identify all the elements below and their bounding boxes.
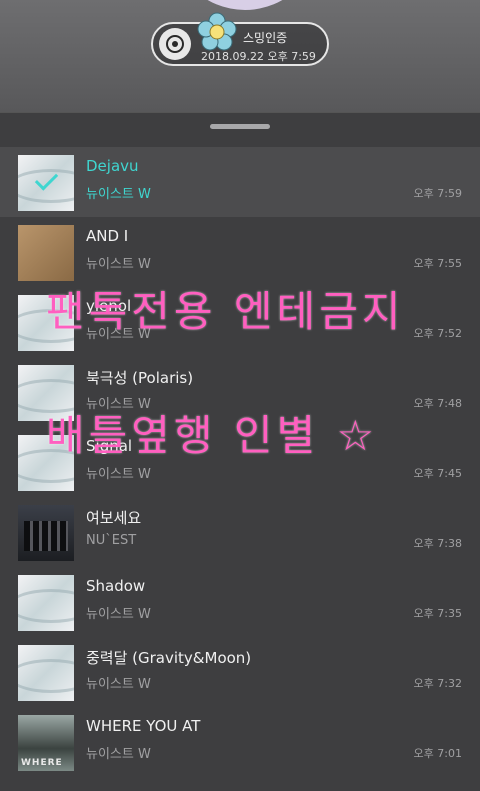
song-row-1[interactable]: Dejavu 뉴이스트 W 오후 7:59 bbox=[0, 147, 480, 217]
song-row-6[interactable]: 여보세요 NU`EST 오후 7:38 bbox=[0, 497, 480, 567]
play-time: 오후 7:59 bbox=[413, 187, 462, 200]
play-time: 오후 7:52 bbox=[413, 327, 462, 340]
streaming-proof-date: 2018.09.22 오후 7:59 bbox=[201, 50, 316, 63]
overlay-warning-line2: 배틀옆행 인별 ☆ bbox=[46, 411, 379, 460]
song-artist: 뉴이스트 W bbox=[86, 747, 151, 762]
play-time: 오후 7:32 bbox=[413, 677, 462, 690]
streaming-proof-badge[interactable]: 스밍인증 2018.09.22 오후 7:59 bbox=[151, 12, 329, 66]
play-time: 오후 7:38 bbox=[413, 537, 462, 550]
album-cover bbox=[18, 225, 74, 281]
album-cover bbox=[18, 575, 74, 631]
drag-handle[interactable] bbox=[210, 124, 270, 129]
song-artist: 뉴이스트 W bbox=[86, 677, 151, 692]
song-title: 북극성 (Polaris) bbox=[86, 369, 194, 387]
song-artist: 뉴이스트 W bbox=[86, 187, 151, 202]
play-time: 오후 7:48 bbox=[413, 397, 462, 410]
song-artist: NU`EST bbox=[86, 533, 137, 548]
song-artist: 뉴이스트 W bbox=[86, 467, 151, 482]
song-artist: 뉴이스트 W bbox=[86, 607, 151, 622]
song-title: Dejavu bbox=[86, 157, 139, 175]
song-title: AND I bbox=[86, 227, 129, 245]
song-title: 여보세요 bbox=[86, 509, 142, 527]
play-time: 오후 7:45 bbox=[413, 467, 462, 480]
play-time: 오후 7:01 bbox=[413, 747, 462, 760]
album-cover bbox=[18, 645, 74, 701]
album-art-circle bbox=[170, 0, 320, 10]
song-title: Shadow bbox=[86, 577, 146, 595]
song-title: 중력달 (Gravity&Moon) bbox=[86, 649, 252, 667]
song-title: WHERE YOU AT bbox=[86, 717, 201, 735]
song-row-7[interactable]: Shadow 뉴이스트 W 오후 7:35 bbox=[0, 567, 480, 637]
song-artist: 뉴이스트 W bbox=[86, 257, 151, 272]
record-disc-icon bbox=[159, 28, 191, 60]
song-row-9[interactable]: WHERE WHERE YOU AT 뉴이스트 W 오후 7:01 bbox=[0, 707, 480, 777]
album-cover: WHERE bbox=[18, 715, 74, 771]
flower-sticker-icon bbox=[197, 12, 237, 51]
song-row-2[interactable]: AND I 뉴이스트 W 오후 7:55 bbox=[0, 217, 480, 287]
album-cover bbox=[18, 505, 74, 561]
streaming-proof-title: 스밍인증 bbox=[243, 31, 288, 45]
song-row-8[interactable]: 중력달 (Gravity&Moon) 뉴이스트 W 오후 7:32 bbox=[0, 637, 480, 707]
overlay-warning-line1: 팬톡전용 엔테금지 bbox=[46, 287, 405, 336]
play-time: 오후 7:35 bbox=[413, 607, 462, 620]
now-playing-header: 스밍인증 2018.09.22 오후 7:59 bbox=[0, 0, 480, 112]
play-time: 오후 7:55 bbox=[413, 257, 462, 270]
